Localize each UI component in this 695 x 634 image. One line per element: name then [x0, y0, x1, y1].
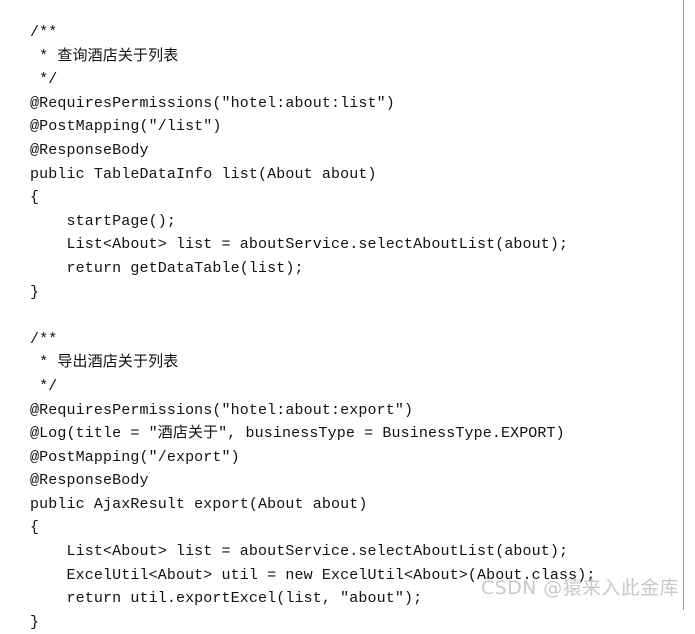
code-line: @ResponseBody — [30, 472, 149, 490]
code-line: /** — [30, 24, 58, 41]
code-line: @ResponseBody — [30, 141, 149, 159]
code-line: return getDataTable(list); — [30, 259, 304, 277]
csdn-watermark: CSDN @猿来入此金库 — [481, 577, 680, 599]
code-line: List<About> list = aboutService.selectAb… — [30, 543, 569, 561]
code-line: @RequiresPermissions("hotel:about:list") — [30, 94, 395, 112]
java-code-block[interactable]: /** * 查询酒店关于列表 */ @RequiresPermissions("h… — [30, 21, 680, 634]
code-line: /** — [30, 330, 58, 348]
code-line: { — [30, 189, 40, 207]
code-line: */ — [30, 71, 58, 89]
code-snippet-page: /** * 查询酒店关于列表 */ @RequiresPermissions("h… — [0, 0, 695, 631]
code-line: * 导出酒店关于列表 — [30, 354, 179, 372]
code-line: @PostMapping("/list") — [30, 118, 222, 136]
code-line: */ — [30, 377, 58, 395]
code-line: } — [30, 613, 40, 631]
code-line: @Log(title = "酒店关于", businessType = Busi… — [30, 425, 565, 443]
code-line: public AjaxResult export(About about) — [30, 495, 368, 513]
code-line: @PostMapping("/export") — [30, 448, 240, 466]
code-line: * 查询酒店关于列表 — [30, 47, 179, 65]
code-line: public TableDataInfo list(About about) — [30, 165, 377, 183]
code-line: { — [30, 519, 40, 537]
code-line: @RequiresPermissions("hotel:about:export… — [30, 401, 414, 419]
right-edge-divider — [683, 0, 684, 610]
code-line: startPage(); — [30, 212, 176, 230]
code-line: List<About> list = aboutService.selectAb… — [30, 236, 569, 254]
code-line: } — [30, 283, 40, 301]
